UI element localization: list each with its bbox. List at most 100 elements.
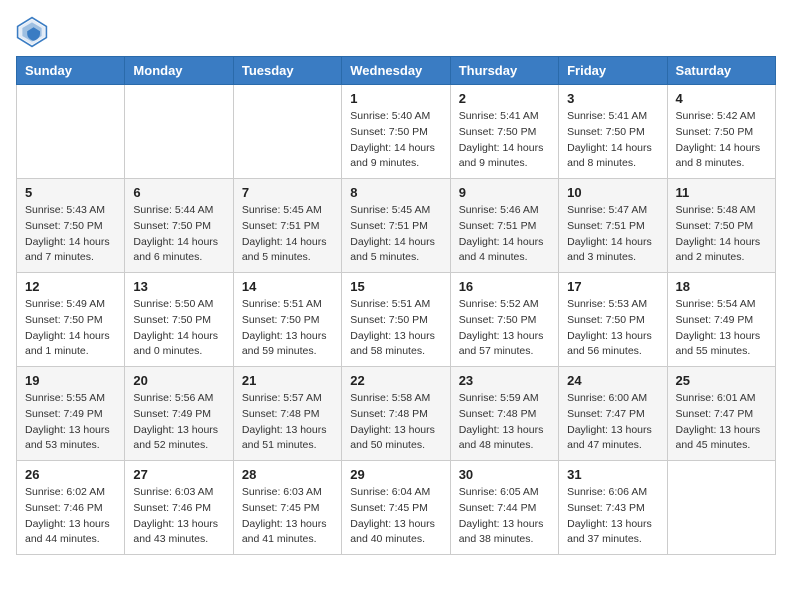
calendar-header-row: SundayMondayTuesdayWednesdayThursdayFrid… — [17, 57, 776, 85]
day-info: Sunrise: 5:45 AMSunset: 7:51 PMDaylight:… — [350, 203, 441, 266]
day-info: Sunrise: 6:03 AMSunset: 7:45 PMDaylight:… — [242, 485, 333, 548]
calendar-cell: 16 Sunrise: 5:52 AMSunset: 7:50 PMDayligh… — [450, 273, 558, 367]
calendar-cell: 27 Sunrise: 6:03 AMSunset: 7:46 PMDayligh… — [125, 461, 233, 555]
calendar-cell: 13 Sunrise: 5:50 AMSunset: 7:50 PMDayligh… — [125, 273, 233, 367]
day-number: 17 — [567, 279, 658, 294]
calendar-cell: 31 Sunrise: 6:06 AMSunset: 7:43 PMDayligh… — [559, 461, 667, 555]
day-number: 25 — [676, 373, 767, 388]
calendar-cell: 24Sunrise: 6:00 AMSunset: 7:47 PMDayligh… — [559, 367, 667, 461]
calendar-week-3: 19 Sunrise: 5:55 AMSunset: 7:49 PMDayligh… — [17, 367, 776, 461]
calendar-cell: 25 Sunrise: 6:01 AMSunset: 7:47 PMDayligh… — [667, 367, 775, 461]
day-info: Sunrise: 5:58 AMSunset: 7:48 PMDaylight:… — [350, 391, 441, 454]
day-info: Sunrise: 5:53 AMSunset: 7:50 PMDaylight:… — [567, 297, 658, 360]
day-number: 11 — [676, 185, 767, 200]
day-info: Sunrise: 5:59 AMSunset: 7:48 PMDaylight:… — [459, 391, 550, 454]
day-info: Sunrise: 6:05 AMSunset: 7:44 PMDaylight:… — [459, 485, 550, 548]
calendar-header-saturday: Saturday — [667, 57, 775, 85]
calendar-cell: 5 Sunrise: 5:43 AMSunset: 7:50 PMDaylight… — [17, 179, 125, 273]
day-number: 2 — [459, 91, 550, 106]
day-number: 10 — [567, 185, 658, 200]
day-number: 7 — [242, 185, 333, 200]
calendar-cell: 15Sunrise: 5:51 AMSunset: 7:50 PMDayligh… — [342, 273, 450, 367]
calendar-week-2: 12Sunrise: 5:49 AMSunset: 7:50 PMDayligh… — [17, 273, 776, 367]
calendar-cell: 12Sunrise: 5:49 AMSunset: 7:50 PMDayligh… — [17, 273, 125, 367]
calendar-week-4: 26Sunrise: 6:02 AMSunset: 7:46 PMDayligh… — [17, 461, 776, 555]
calendar-cell: 9Sunrise: 5:46 AMSunset: 7:51 PMDaylight… — [450, 179, 558, 273]
day-number: 8 — [350, 185, 441, 200]
day-number: 16 — [459, 279, 550, 294]
day-info: Sunrise: 5:44 AMSunset: 7:50 PMDaylight:… — [133, 203, 224, 266]
day-info: Sunrise: 5:45 AMSunset: 7:51 PMDaylight:… — [242, 203, 333, 266]
calendar-cell: 29Sunrise: 6:04 AMSunset: 7:45 PMDayligh… — [342, 461, 450, 555]
day-number: 31 — [567, 467, 658, 482]
day-number: 30 — [459, 467, 550, 482]
day-number: 1 — [350, 91, 441, 106]
day-info: Sunrise: 5:42 AMSunset: 7:50 PMDaylight:… — [676, 109, 767, 172]
day-info: Sunrise: 5:48 AMSunset: 7:50 PMDaylight:… — [676, 203, 767, 266]
day-number: 29 — [350, 467, 441, 482]
day-number: 21 — [242, 373, 333, 388]
day-info: Sunrise: 5:56 AMSunset: 7:49 PMDaylight:… — [133, 391, 224, 454]
calendar-header-wednesday: Wednesday — [342, 57, 450, 85]
calendar-cell: 14Sunrise: 5:51 AMSunset: 7:50 PMDayligh… — [233, 273, 341, 367]
calendar-week-0: 1 Sunrise: 5:40 AMSunset: 7:50 PMDaylight… — [17, 85, 776, 179]
calendar-header-sunday: Sunday — [17, 57, 125, 85]
day-info: Sunrise: 5:50 AMSunset: 7:50 PMDaylight:… — [133, 297, 224, 360]
calendar-cell: 26Sunrise: 6:02 AMSunset: 7:46 PMDayligh… — [17, 461, 125, 555]
page-header — [16, 16, 776, 48]
day-number: 3 — [567, 91, 658, 106]
day-number: 22 — [350, 373, 441, 388]
day-number: 23 — [459, 373, 550, 388]
calendar-cell: 8 Sunrise: 5:45 AMSunset: 7:51 PMDaylight… — [342, 179, 450, 273]
day-info: Sunrise: 5:55 AMSunset: 7:49 PMDaylight:… — [25, 391, 116, 454]
day-number: 20 — [133, 373, 224, 388]
day-number: 18 — [676, 279, 767, 294]
calendar-header-tuesday: Tuesday — [233, 57, 341, 85]
calendar-cell: 6 Sunrise: 5:44 AMSunset: 7:50 PMDaylight… — [125, 179, 233, 273]
calendar-cell — [667, 461, 775, 555]
logo — [16, 16, 52, 48]
day-info: Sunrise: 5:41 AMSunset: 7:50 PMDaylight:… — [459, 109, 550, 172]
day-number: 6 — [133, 185, 224, 200]
calendar-table: SundayMondayTuesdayWednesdayThursdayFrid… — [16, 56, 776, 555]
day-number: 4 — [676, 91, 767, 106]
calendar-cell: 18 Sunrise: 5:54 AMSunset: 7:49 PMDayligh… — [667, 273, 775, 367]
day-info: Sunrise: 5:52 AMSunset: 7:50 PMDaylight:… — [459, 297, 550, 360]
day-number: 26 — [25, 467, 116, 482]
calendar-cell: 23 Sunrise: 5:59 AMSunset: 7:48 PMDayligh… — [450, 367, 558, 461]
day-number: 5 — [25, 185, 116, 200]
day-info: Sunrise: 5:51 AMSunset: 7:50 PMDaylight:… — [350, 297, 441, 360]
day-info: Sunrise: 6:01 AMSunset: 7:47 PMDaylight:… — [676, 391, 767, 454]
day-info: Sunrise: 5:47 AMSunset: 7:51 PMDaylight:… — [567, 203, 658, 266]
calendar-cell: 2 Sunrise: 5:41 AMSunset: 7:50 PMDaylight… — [450, 85, 558, 179]
day-info: Sunrise: 5:54 AMSunset: 7:49 PMDaylight:… — [676, 297, 767, 360]
day-info: Sunrise: 6:06 AMSunset: 7:43 PMDaylight:… — [567, 485, 658, 548]
calendar-cell: 17 Sunrise: 5:53 AMSunset: 7:50 PMDayligh… — [559, 273, 667, 367]
day-info: Sunrise: 5:43 AMSunset: 7:50 PMDaylight:… — [25, 203, 116, 266]
day-info: Sunrise: 5:46 AMSunset: 7:51 PMDaylight:… — [459, 203, 550, 266]
day-number: 13 — [133, 279, 224, 294]
calendar-cell: 3 Sunrise: 5:41 AMSunset: 7:50 PMDaylight… — [559, 85, 667, 179]
calendar-cell — [17, 85, 125, 179]
day-number: 14 — [242, 279, 333, 294]
calendar-cell: 19 Sunrise: 5:55 AMSunset: 7:49 PMDayligh… — [17, 367, 125, 461]
calendar-cell: 30 Sunrise: 6:05 AMSunset: 7:44 PMDayligh… — [450, 461, 558, 555]
calendar-header-thursday: Thursday — [450, 57, 558, 85]
calendar-cell: 7 Sunrise: 5:45 AMSunset: 7:51 PMDaylight… — [233, 179, 341, 273]
day-number: 19 — [25, 373, 116, 388]
calendar-cell: 22 Sunrise: 5:58 AMSunset: 7:48 PMDayligh… — [342, 367, 450, 461]
calendar-cell: 1 Sunrise: 5:40 AMSunset: 7:50 PMDaylight… — [342, 85, 450, 179]
day-info: Sunrise: 5:57 AMSunset: 7:48 PMDaylight:… — [242, 391, 333, 454]
logo-icon — [16, 16, 48, 48]
calendar-cell: 20 Sunrise: 5:56 AMSunset: 7:49 PMDayligh… — [125, 367, 233, 461]
day-number: 28 — [242, 467, 333, 482]
day-info: Sunrise: 5:41 AMSunset: 7:50 PMDaylight:… — [567, 109, 658, 172]
calendar-header-monday: Monday — [125, 57, 233, 85]
day-number: 27 — [133, 467, 224, 482]
calendar-header-friday: Friday — [559, 57, 667, 85]
calendar-cell: 28 Sunrise: 6:03 AMSunset: 7:45 PMDayligh… — [233, 461, 341, 555]
day-info: Sunrise: 5:40 AMSunset: 7:50 PMDaylight:… — [350, 109, 441, 172]
day-info: Sunrise: 5:49 AMSunset: 7:50 PMDaylight:… — [25, 297, 116, 360]
calendar-cell: 4 Sunrise: 5:42 AMSunset: 7:50 PMDaylight… — [667, 85, 775, 179]
day-info: Sunrise: 6:03 AMSunset: 7:46 PMDaylight:… — [133, 485, 224, 548]
